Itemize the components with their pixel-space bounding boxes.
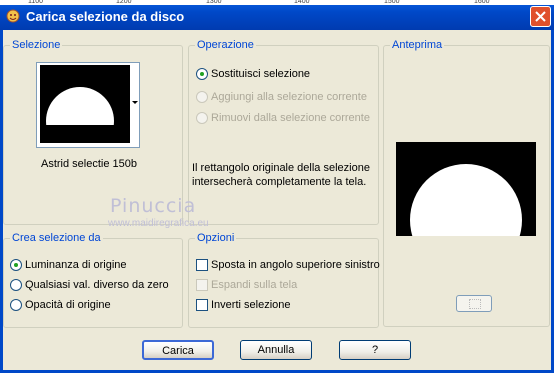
anteprima-legend: Anteprima [390, 39, 445, 51]
operation-description-line1: Il rettangolo originale della selezione [192, 162, 370, 174]
ruler-strip: 1100 1200 1300 1400 1500 1600 [0, 0, 554, 5]
selection-thumbnail [40, 65, 130, 143]
operazione-legend: Operazione [195, 39, 256, 51]
ruler-label: 1600 [474, 0, 490, 5]
title-bar[interactable]: 1100 1200 1300 1400 1500 1600 Carica sel… [0, 0, 554, 30]
window-title: Carica selezione da disco [26, 9, 185, 24]
navigate-icon [469, 299, 481, 309]
close-icon [535, 11, 546, 22]
radio-rimuovi [196, 112, 208, 124]
preview-image [396, 142, 536, 236]
opzioni-legend: Opzioni [195, 232, 237, 244]
radio-luminanza-label[interactable]: Luminanza di origine [25, 259, 127, 271]
annulla-button[interactable]: Annulla [240, 340, 312, 360]
app-icon [6, 9, 20, 23]
selezione-legend: Selezione [10, 39, 63, 51]
radio-aggiungi [196, 91, 208, 103]
radio-opacita[interactable] [10, 299, 22, 311]
radio-sostituisci[interactable] [196, 68, 208, 80]
preview-shape [410, 164, 522, 236]
radio-aggiungi-label: Aggiungi alla selezione corrente [211, 91, 367, 103]
selection-name: Astrid selectie 150b [41, 158, 137, 170]
radio-opacita-label[interactable]: Opacità di origine [25, 299, 111, 311]
watermark-title: Pinuccia [110, 195, 197, 217]
ruler-label: 1400 [294, 0, 310, 5]
operation-description-line2: intersecherà completamente la tela. [192, 176, 367, 188]
checkbox-inverti-label[interactable]: Inverti selezione [211, 299, 291, 311]
radio-rimuovi-label: Rimuovi dalla selezione corrente [211, 112, 370, 124]
dropdown-arrow-icon [132, 101, 138, 104]
radio-qualsiasi[interactable] [10, 279, 22, 291]
watermark-url: www.maidiregrafica.eu [108, 218, 209, 229]
carica-button[interactable]: Carica [142, 340, 214, 360]
radio-qualsiasi-label[interactable]: Qualsiasi val. diverso da zero [25, 279, 169, 291]
preview-navigate-button[interactable] [456, 295, 492, 312]
ruler-label: 1300 [206, 0, 222, 5]
selection-thumbnail-dropdown[interactable] [36, 62, 140, 148]
checkbox-espandi-label: Espandi sulla tela [211, 279, 298, 291]
crea-selezione-legend: Crea selezione da [10, 232, 103, 244]
help-button[interactable]: ? [339, 340, 411, 360]
ruler-label: 1200 [116, 0, 132, 5]
checkbox-espandi [196, 279, 208, 291]
radio-sostituisci-label[interactable]: Sostituisci selezione [211, 68, 310, 80]
checkbox-sposta[interactable] [196, 259, 208, 271]
checkbox-sposta-label[interactable]: Sposta in angolo superiore sinistro [211, 259, 380, 271]
thumbnail-strip [40, 125, 130, 143]
ruler-label: 1500 [384, 0, 400, 5]
checkbox-inverti[interactable] [196, 299, 208, 311]
close-button[interactable] [530, 6, 551, 27]
radio-luminanza[interactable] [10, 259, 22, 271]
ruler-label: 1100 [28, 0, 44, 5]
